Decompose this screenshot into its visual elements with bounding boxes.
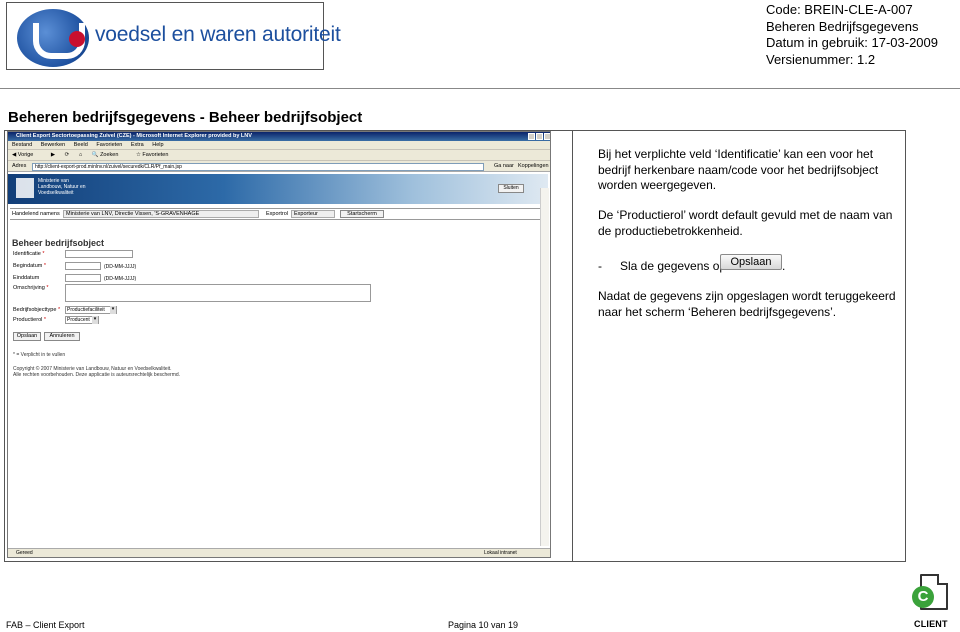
- annuleren-button[interactable]: Annuleren: [44, 332, 80, 341]
- back-label: Vorige: [17, 152, 34, 158]
- instruction-save: - Sla de gegevens op: [598, 259, 726, 275]
- embedded-screenshot: Client Export Sectortoepassing Zuivel (C…: [7, 131, 551, 558]
- document-meta: Code: BREIN-CLE-A-007 Beheren Bedrijfsge…: [766, 2, 938, 68]
- begindatum-label: Begindatum *: [13, 263, 47, 269]
- ie-status-bar: Gereed Lokaal intranet: [8, 548, 550, 557]
- begindatum-hint: (DD-MM-JJJJ): [104, 264, 137, 270]
- lnv-crest-icon: [16, 178, 34, 198]
- omschrijving-label-text: Omschrijving: [13, 285, 45, 291]
- ie-address-bar: Adres http://client-export-prod.minlnv.n…: [8, 161, 550, 172]
- status-ready: Gereed: [16, 550, 33, 556]
- handelend-namens-label: Handelend namens: [12, 211, 60, 217]
- back-button[interactable]: ◀ Vorige: [12, 152, 41, 158]
- footer-left: FAB – Client Export: [6, 620, 85, 630]
- lnv-org-name: Ministerie van Landbouw, Natuur en Voeds…: [38, 178, 98, 196]
- client-logo: C CLIENT: [908, 572, 954, 630]
- required-note: * = Verplicht in te vullen: [13, 352, 66, 358]
- handelend-namens-value: Ministerie van LNV, Directie Vissen, 'S-…: [63, 210, 259, 218]
- identificatie-label-text: Identificatie: [13, 251, 41, 257]
- identificatie-input[interactable]: [65, 250, 133, 258]
- forward-icon[interactable]: ▶: [51, 152, 55, 158]
- instruction-bullet: -: [598, 259, 602, 273]
- address-label: Adres: [12, 163, 27, 169]
- opslaan-button-illustration: Opslaan: [720, 254, 782, 270]
- ie-window-title: Client Export Sectortoepassing Zuivel (C…: [8, 132, 550, 141]
- doc-subject: Beheren Bedrijfsgegevens: [766, 18, 919, 34]
- content-column-divider: [572, 130, 573, 562]
- einddatum-label: Einddatum: [13, 275, 39, 281]
- favorites-label: Favorieten: [142, 152, 169, 158]
- copyright: Copyright © 2007 Ministerie van Landbouw…: [13, 366, 180, 378]
- address-input[interactable]: http://client-export-prod.minlnv.nl/zuiv…: [32, 163, 484, 171]
- doc-date: Datum in gebruik: 17-03-2009: [766, 35, 938, 50]
- begindatum-input[interactable]: [65, 262, 101, 270]
- minimize-icon[interactable]: [528, 133, 535, 140]
- exportrol-label: Exportrol: [266, 211, 289, 217]
- productierol-label-text: Productierol: [13, 317, 43, 323]
- begindatum-label-text: Begindatum: [13, 263, 43, 269]
- exportrol-value: Exporteur: [291, 210, 335, 218]
- bedrijfsobjecttype-select[interactable]: Productiefaciliteit: [65, 306, 117, 314]
- client-c-icon: C: [912, 586, 934, 608]
- vwa-logo: voedsel en waren autoriteit: [6, 2, 341, 70]
- search-button[interactable]: 🔍 Zoeken: [92, 152, 127, 158]
- links-button[interactable]: Koppelingen: [518, 161, 549, 172]
- lnv-banner: Ministerie van Landbouw, Natuur en Voeds…: [8, 174, 548, 204]
- ie-toolbar: ◀ Vorige ▶ ⟳ ⌂ 🔍 Zoeken ☆ Favorieten: [8, 150, 550, 161]
- maximize-icon[interactable]: [536, 133, 543, 140]
- ie-window-title-text: Client Export Sectortoepassing Zuivel (C…: [16, 133, 252, 139]
- menu-bewerken[interactable]: Bewerken: [41, 142, 65, 148]
- opslaan-button[interactable]: Opslaan: [13, 332, 41, 341]
- home-icon[interactable]: ⌂: [79, 152, 82, 158]
- context-bar: Handelend namens Ministerie van LNV, Dir…: [10, 208, 546, 220]
- search-label: Zoeken: [100, 152, 119, 158]
- menu-favorieten[interactable]: Favorieten: [96, 142, 122, 148]
- vwa-logo-mark-icon: [17, 9, 89, 67]
- einddatum-hint: (DD-MM-JJJJ): [104, 276, 137, 282]
- menu-extra[interactable]: Extra: [131, 142, 144, 148]
- close-icon[interactable]: [544, 133, 550, 140]
- doc-code: Code: BREIN-CLE-A-007: [766, 2, 913, 17]
- bedrijfsobjecttype-label: Bedrijfsobjecttype *: [13, 307, 61, 313]
- favorites-button[interactable]: ☆ Favorieten: [136, 152, 176, 158]
- productierol-label: Productierol *: [13, 317, 47, 323]
- menu-bestand[interactable]: Bestand: [12, 142, 32, 148]
- go-button[interactable]: Ga naar: [494, 161, 514, 172]
- einddatum-label-text: Einddatum: [13, 275, 40, 281]
- instruction-productierol: De ‘Productierol’ wordt default gevuld m…: [598, 208, 893, 238]
- header-divider: [0, 88, 960, 89]
- client-logo-text: CLIENT: [914, 619, 948, 629]
- startscherm-button[interactable]: Startscherm: [340, 210, 384, 218]
- instruction-save-text: Sla de gegevens op: [620, 259, 727, 273]
- sluiten-button[interactable]: Sluiten: [498, 184, 524, 193]
- bedrijfsobjecttype-label-text: Bedrijfsobjecttype: [13, 307, 57, 313]
- einddatum-input[interactable]: [65, 274, 101, 282]
- status-zone: Lokaal intranet: [484, 550, 517, 556]
- ie-menu-bar: Bestand Bewerken Beeld Favorieten Extra …: [8, 141, 550, 150]
- org-line-3: Voedselkwaliteit: [38, 190, 74, 196]
- vwa-logo-text: voedsel en waren autoriteit: [95, 23, 341, 46]
- refresh-icon[interactable]: ⟳: [65, 152, 70, 158]
- form-title: Beheer bedrijfsobject: [12, 238, 105, 248]
- identificatie-label: Identificatie *: [13, 251, 45, 257]
- footer-page-number: Pagina 10 van 19: [448, 620, 519, 630]
- menu-beeld[interactable]: Beeld: [74, 142, 88, 148]
- doc-version: Versienummer: 1.2: [766, 51, 876, 67]
- instruction-after-save: Nadat de gegevens zijn opgeslagen wordt …: [598, 289, 896, 319]
- vertical-scrollbar[interactable]: [540, 188, 549, 546]
- instruction-identificatie: Bij het verplichte veld ‘Identificatie’ …: [598, 147, 879, 192]
- productierol-select[interactable]: Producent: [65, 316, 99, 324]
- instruction-save-period: .: [782, 259, 786, 273]
- omschrijving-label: Omschrijving *: [13, 285, 49, 291]
- copyright-line-2: Alle rechten voorbehouden. Deze applicat…: [13, 372, 181, 378]
- omschrijving-textarea[interactable]: [65, 284, 371, 302]
- menu-help[interactable]: Help: [152, 142, 163, 148]
- page-title: Beheren bedrijfsgegevens - Beheer bedrij…: [8, 109, 363, 126]
